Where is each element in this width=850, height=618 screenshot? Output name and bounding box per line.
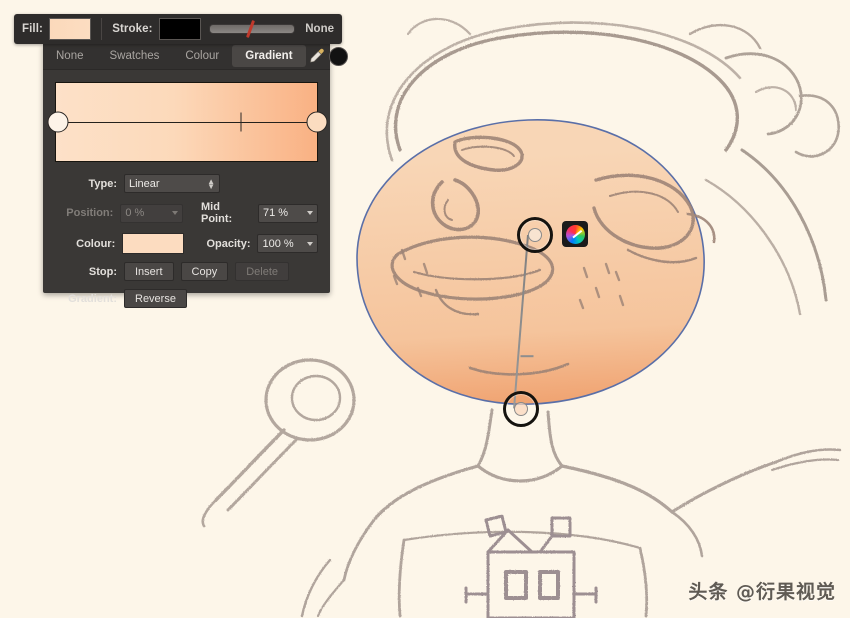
opacity-label: Opacity:: [206, 237, 251, 250]
gradient-panel: None Swatches Colour Gradient Type: Line…: [43, 43, 348, 308]
gradient-stop-start[interactable]: [47, 111, 69, 133]
stepper-arrows-icon: ▲ ▼: [207, 176, 215, 191]
stroke-swatch[interactable]: [158, 18, 201, 40]
stop-insert-button[interactable]: Insert: [124, 262, 174, 281]
tab-none[interactable]: None: [43, 43, 97, 69]
fill-label: Fill:: [22, 23, 43, 35]
colour-label: Colour:: [76, 237, 116, 250]
watermark: 头条 @衍果视觉: [688, 581, 836, 603]
gradient-label: Gradient:: [68, 292, 117, 305]
stroke-width-slider[interactable]: [208, 20, 296, 38]
opacity-value: 100 %: [262, 237, 294, 250]
tab-colour[interactable]: Colour: [172, 43, 232, 69]
stroke-width-value: None: [305, 23, 334, 35]
stop-copy-button[interactable]: Copy: [180, 262, 229, 281]
stop-label: Stop:: [88, 265, 117, 278]
row-colour-opacity: Colour: Opacity: 100 %: [55, 233, 318, 254]
gradient-start-handle-core: [528, 228, 542, 242]
position-value: 0 %: [125, 207, 145, 219]
chevron-down-icon: [307, 211, 313, 215]
stroke-label: Stroke:: [112, 23, 153, 35]
toolbar-divider-1: [101, 18, 103, 40]
gradient-preview-strip[interactable]: [47, 82, 328, 162]
gradient-midpoint-marker[interactable]: [520, 355, 534, 357]
current-color-swatch[interactable]: [328, 46, 348, 66]
panel-tab-bar: None Swatches Colour Gradient: [43, 43, 348, 70]
type-value: Linear: [129, 177, 160, 190]
color-wheel-button[interactable]: [562, 221, 588, 247]
midpoint-select[interactable]: 71 %: [258, 203, 318, 223]
gradient-preview-wrap: [43, 70, 330, 162]
chevron-down-icon: [172, 211, 178, 215]
gradient-stop-end[interactable]: [306, 111, 328, 133]
color-wheel-icon: [565, 224, 585, 244]
chevron-down-icon: [307, 241, 313, 246]
gradient-end-handle[interactable]: [503, 391, 539, 427]
row-gradient-reverse: Gradient: Reverse: [55, 289, 318, 308]
fill-swatch[interactable]: [48, 18, 92, 40]
gradient-form: Type: Linear ▲ ▼ Position: 0 % Mid Point:…: [43, 162, 330, 308]
fill-stroke-toolbar: Fill: Stroke: None: [14, 14, 342, 44]
gradient-stop-midpoint[interactable]: [240, 112, 242, 132]
type-label: Type:: [88, 177, 117, 190]
stroke-none-marker-icon: [245, 20, 255, 38]
gradient-stop-track: [56, 122, 317, 123]
row-position-midpoint: Position: 0 % Mid Point: 71 %: [55, 201, 318, 225]
tab-gradient[interactable]: Gradient: [232, 45, 306, 67]
row-type: Type: Linear ▲ ▼: [55, 174, 318, 193]
type-select[interactable]: Linear ▲ ▼: [124, 174, 220, 193]
stop-colour-swatch[interactable]: [122, 233, 185, 254]
stop-delete-button: Delete: [235, 262, 289, 281]
row-stop-buttons: Stop: Insert Copy Delete: [55, 262, 318, 281]
position-select[interactable]: 0 %: [120, 203, 183, 223]
selected-shape[interactable]: [356, 119, 705, 405]
opacity-select[interactable]: 100 %: [257, 234, 318, 253]
midpoint-label: Mid Point:: [201, 201, 233, 225]
gradient-reverse-button[interactable]: Reverse: [124, 289, 187, 308]
eyedropper-icon[interactable]: [306, 46, 326, 66]
gradient-end-handle-core: [514, 402, 528, 416]
midpoint-value: 71 %: [263, 207, 289, 219]
gradient-start-handle[interactable]: [517, 217, 553, 253]
position-label: Position:: [66, 207, 114, 219]
panel-tool-group: [306, 43, 352, 69]
tab-swatches[interactable]: Swatches: [97, 43, 173, 69]
